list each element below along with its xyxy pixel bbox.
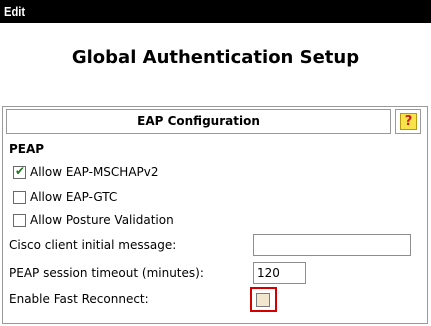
allow-posture-validation-label: Allow Posture Validation: [30, 213, 174, 227]
peap-section-title: PEAP: [9, 142, 45, 156]
cisco-client-message-label: Cisco client initial message:: [9, 238, 177, 252]
help-button[interactable]: ?: [395, 109, 421, 134]
allow-eap-mschapv2-label: Allow EAP-MSCHAPv2: [30, 165, 159, 179]
enable-fast-reconnect-checkbox[interactable]: [256, 293, 270, 307]
allow-posture-validation-checkbox[interactable]: [13, 213, 26, 227]
page-title: Global Authentication Setup: [71, 47, 360, 68]
panel-header: EAP Configuration: [6, 109, 391, 134]
checkmark-icon: ✔: [15, 163, 26, 178]
enable-fast-reconnect-label: Enable Fast Reconnect:: [9, 292, 149, 306]
allow-eap-gtc-checkbox[interactable]: [13, 190, 26, 204]
allow-eap-mschapv2-checkbox[interactable]: ✔: [13, 163, 26, 179]
panel-bottom-divider: [2, 323, 428, 324]
option-allow-eap-gtc[interactable]: Allow EAP-GTC: [13, 190, 117, 204]
edit-menu[interactable]: Edit: [4, 4, 25, 19]
option-allow-posture-validation[interactable]: Allow Posture Validation: [13, 213, 174, 227]
cisco-client-message-input[interactable]: [253, 234, 411, 256]
allow-eap-gtc-label: Allow EAP-GTC: [30, 190, 118, 204]
peap-session-timeout-input[interactable]: [253, 262, 306, 284]
top-menu-bar: Edit: [0, 0, 431, 23]
option-allow-eap-mschapv2[interactable]: ✔ Allow EAP-MSCHAPv2: [13, 163, 159, 179]
fast-reconnect-highlight: [250, 287, 277, 312]
peap-session-timeout-label: PEAP session timeout (minutes):: [9, 266, 204, 280]
question-mark-icon: ?: [400, 113, 417, 130]
